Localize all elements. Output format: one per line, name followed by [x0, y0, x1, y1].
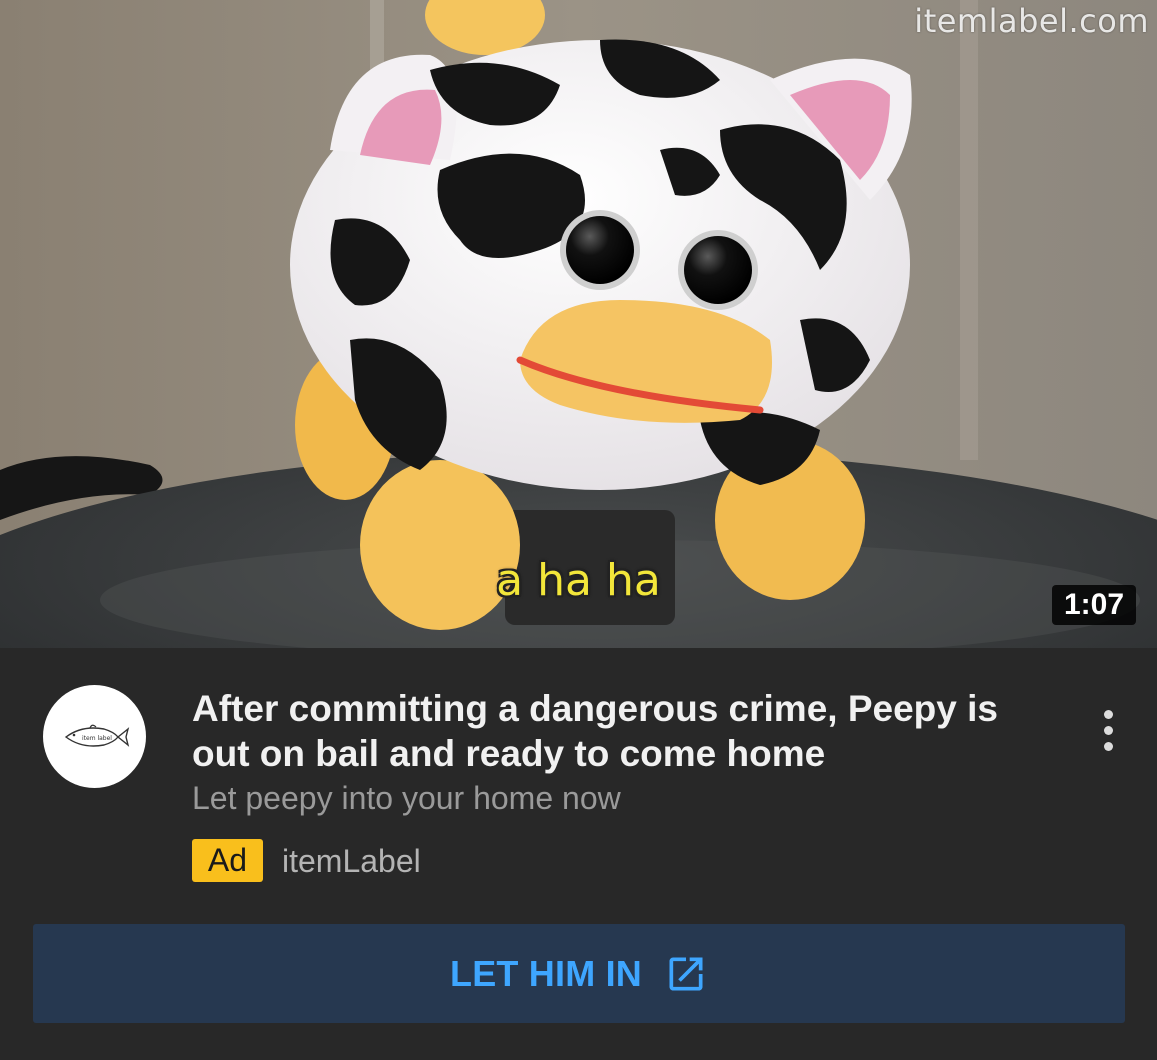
more-options-button[interactable] [1088, 700, 1128, 760]
ad-card: itemlabel.com a ha ha 1:07 item label Af… [0, 0, 1157, 1060]
duration-badge: 1:07 [1051, 585, 1136, 625]
video-thumbnail[interactable]: itemlabel.com a ha ha 1:07 [0, 0, 1157, 648]
fish-logo-icon: item label [64, 724, 129, 747]
video-caption: a ha ha [496, 555, 661, 606]
ad-title[interactable]: After committing a dangerous crime, Peep… [192, 686, 1052, 776]
avatar-logo-text: item label [82, 735, 112, 742]
more-vert-icon [1103, 709, 1113, 719]
cta-label: LET HIM IN [450, 952, 642, 994]
let-him-in-button[interactable]: LET HIM IN [33, 924, 1125, 1023]
more-vert-icon-dot-2 [1103, 725, 1113, 735]
ad-badge: Ad [192, 839, 263, 882]
ad-subtitle: Let peepy into your home now [192, 780, 621, 816]
more-vert-icon-dot-3 [1103, 741, 1113, 751]
open-in-new-icon [664, 952, 708, 996]
advertiser-avatar[interactable]: item label [43, 685, 146, 788]
watermark-text: itemlabel.com [914, 2, 1149, 40]
advertiser-name: itemLabel [282, 843, 421, 879]
thumbnail-illustration [0, 0, 1157, 648]
